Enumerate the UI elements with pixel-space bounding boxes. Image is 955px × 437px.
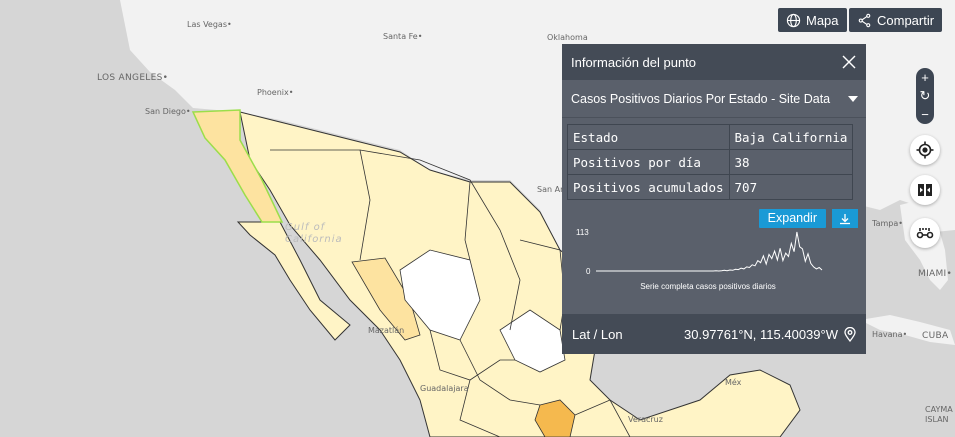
row-value: 38 bbox=[728, 149, 854, 175]
y-max-label: 113 bbox=[576, 228, 589, 237]
sea-label: Gulf of California bbox=[285, 222, 343, 245]
city-label: Phoenix• bbox=[257, 88, 294, 97]
layer-select-value: Casos Positivos Diarios Por Estado - Sit… bbox=[571, 91, 831, 106]
rotate-icon[interactable]: ↻ bbox=[920, 88, 931, 104]
city-label: Havana• bbox=[872, 330, 908, 339]
city-label: Méx bbox=[725, 378, 742, 387]
table-row: Positivos por día 38 bbox=[567, 149, 854, 175]
y-min-label: 0 bbox=[586, 267, 591, 276]
map-button[interactable]: Mapa bbox=[778, 8, 847, 32]
close-icon[interactable] bbox=[842, 55, 856, 69]
location-pin-icon[interactable] bbox=[844, 326, 856, 342]
zoom-control: + ↻ − bbox=[916, 68, 934, 124]
city-label: CAYMA bbox=[925, 405, 953, 414]
sparkline-chart: 113 0 Serie completa casos positivos dia… bbox=[576, 228, 823, 291]
row-label: Positivos acumulados bbox=[567, 174, 730, 200]
zoom-out-icon[interactable]: − bbox=[921, 107, 929, 122]
panel-header: Información del punto bbox=[562, 44, 866, 80]
chart-caption: Serie completa casos positivos diarios bbox=[640, 282, 776, 291]
row-label: Estado bbox=[567, 124, 730, 150]
city-label: Oklahoma bbox=[547, 33, 588, 42]
share-icon bbox=[858, 13, 871, 27]
table-row: Positivos acumulados 707 bbox=[567, 174, 854, 200]
share-button[interactable]: Compartir bbox=[849, 8, 943, 32]
share-button-label: Compartir bbox=[877, 12, 935, 28]
attribute-table: Estado Baja California Positivos por día… bbox=[567, 124, 854, 200]
series-line bbox=[596, 231, 823, 272]
city-label: CUBA bbox=[922, 331, 949, 341]
city-label: ISLAN bbox=[925, 415, 949, 424]
latlon-value: 30.97761°N, 115.40039°W bbox=[684, 326, 838, 342]
city-label: Guadalajara bbox=[420, 384, 469, 393]
ruler-icon bbox=[916, 228, 934, 239]
crosshair-icon bbox=[916, 141, 934, 159]
locate-button[interactable] bbox=[910, 135, 940, 165]
city-label: Veracruz bbox=[628, 415, 663, 424]
measure-button[interactable] bbox=[910, 218, 940, 248]
city-label: Las Vegas• bbox=[187, 20, 232, 29]
row-value: Baja California bbox=[728, 124, 854, 150]
split-view-icon bbox=[918, 184, 932, 196]
row-value: 707 bbox=[728, 174, 854, 200]
city-label: Mazatlán bbox=[368, 326, 405, 335]
panel-title: Información del punto bbox=[571, 54, 697, 70]
layer-select[interactable]: Casos Positivos Diarios Por Estado - Sit… bbox=[562, 80, 866, 118]
city-label: MIAMI• bbox=[918, 269, 953, 279]
city-label: LOS ANGELES• bbox=[97, 73, 169, 83]
latlon-bar: Lat / Lon 30.97761°N, 115.40039°W bbox=[562, 314, 866, 354]
city-label: Santa Fe• bbox=[383, 32, 423, 41]
compare-button[interactable] bbox=[910, 175, 940, 205]
point-info-panel: Información del punto Casos Positivos Di… bbox=[562, 44, 866, 354]
city-label: San Diego• bbox=[145, 107, 191, 116]
zoom-in-icon[interactable]: + bbox=[921, 70, 929, 85]
globe-icon bbox=[786, 13, 801, 27]
table-row: Estado Baja California bbox=[567, 124, 854, 150]
map-button-label: Mapa bbox=[806, 12, 839, 28]
caret-down-icon bbox=[848, 95, 858, 102]
row-label: Positivos por día bbox=[567, 149, 730, 175]
city-label: Tampa• bbox=[872, 219, 903, 228]
latlon-label: Lat / Lon bbox=[572, 326, 623, 342]
